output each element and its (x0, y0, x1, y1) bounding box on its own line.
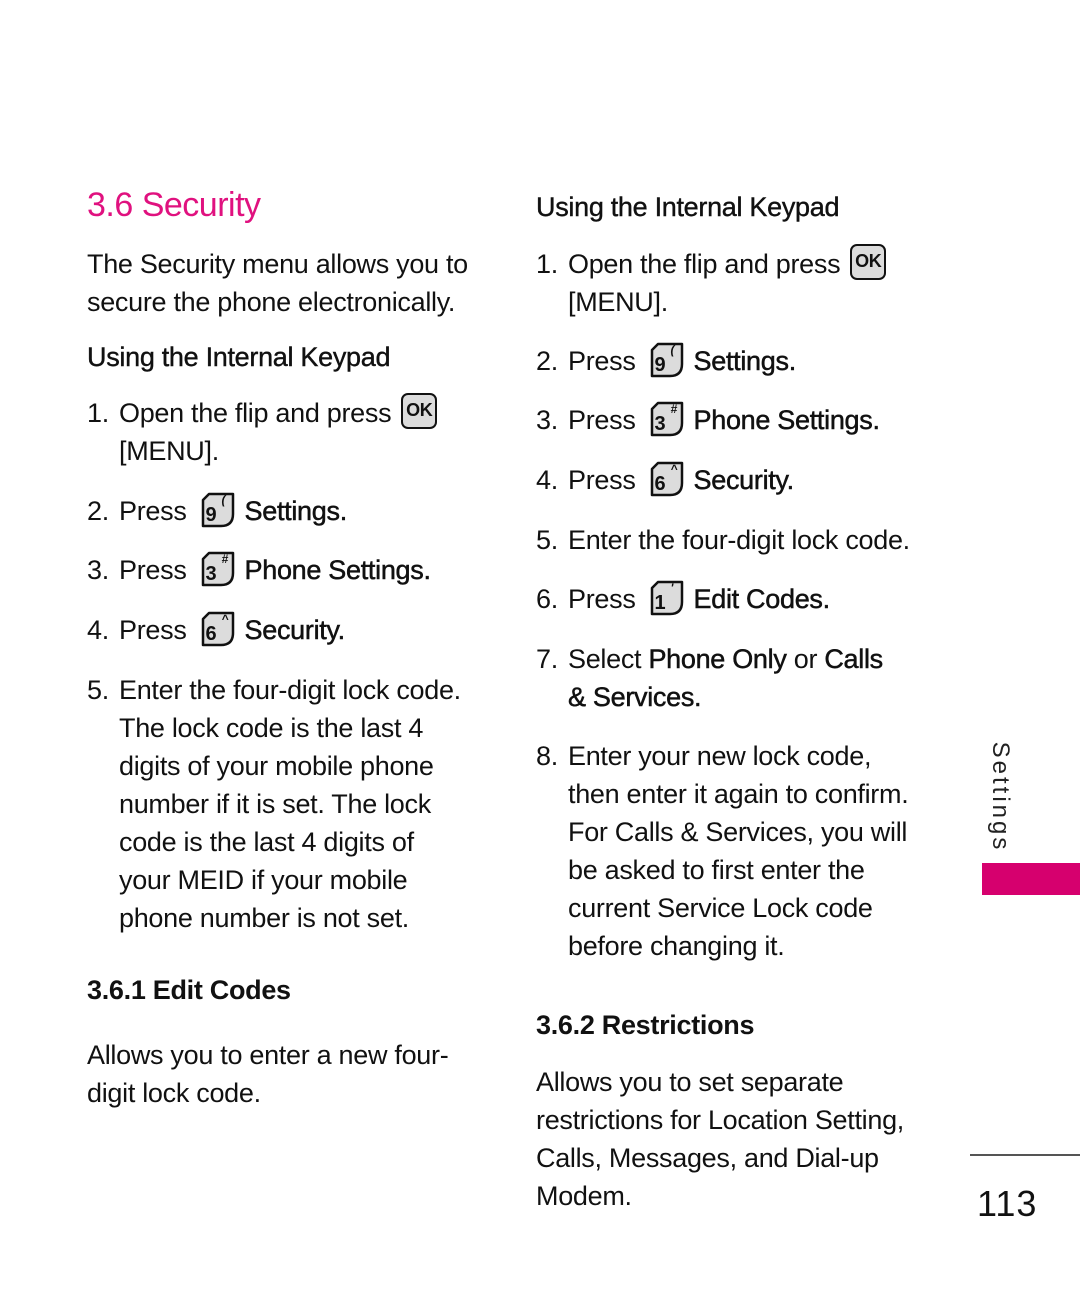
step-8-line: then enter it again to confirm. (568, 779, 909, 809)
step-8-line: before changing it. (568, 931, 785, 961)
step-5: 5. Enter the four-digit lock code. (87, 671, 461, 709)
step-1-continuation: [MENU]. (568, 287, 668, 317)
section-title: 3.6 Security (87, 186, 261, 224)
step-text: Press (568, 346, 636, 376)
step-text: Enter the four-digit lock code. (568, 525, 910, 555)
step-text: Press (119, 496, 187, 526)
step-number: 2. (87, 496, 109, 526)
step-5-line: your MEID if your mobile (119, 865, 408, 895)
menu-label-security: Security. (693, 465, 794, 496)
side-tab-settings: Settings (975, 741, 1025, 853)
step-5-line: digits of your mobile phone (119, 751, 434, 781)
intro-text-line: The Security menu allows you to (87, 249, 468, 279)
step-text: or (786, 644, 825, 674)
step-number: 4. (536, 465, 558, 495)
step-3: 3. Press 3 # Phone Settings. (87, 551, 431, 590)
step-2: 2. Press 9( Settings. (87, 492, 347, 531)
menu-label-security: Security. (244, 615, 345, 646)
step-number: 8. (536, 741, 558, 771)
step-text: Press (119, 555, 187, 585)
side-tab-label: Settings (987, 741, 1014, 853)
edit-codes-text-line: digit lock code. (87, 1078, 261, 1108)
page-number: 113 (977, 1183, 1038, 1224)
step-number: 2. (536, 346, 558, 376)
step-text: Press (119, 615, 187, 645)
restrictions-text-line: restrictions for Location Setting, (536, 1105, 904, 1135)
step-1: 1. Open the flip and press OK (536, 243, 887, 284)
step-6: 6. Press 1 ' Edit Codes. (536, 580, 830, 619)
key-9-icon: 9( (650, 342, 684, 378)
step-5-line: number if it is set. The lock (119, 789, 431, 819)
edit-codes-text-line: Allows you to enter a new four- (87, 1040, 449, 1070)
restrictions-text-line: Allows you to set separate (536, 1067, 844, 1097)
step-text: Open the flip and press (568, 249, 841, 279)
step-text: Press (568, 584, 636, 614)
chapter-marker-bar (982, 863, 1080, 895)
ok-key-icon: OK (401, 392, 438, 429)
step-text: Press (568, 465, 636, 495)
heading-edit-codes: 3.6.1 Edit Codes (87, 975, 291, 1005)
step-number: 4. (87, 615, 109, 645)
step-4: 4. Press 6 ^ Security. (536, 461, 794, 500)
step-8: 8. Enter your new lock code, (536, 737, 871, 775)
step-number: 3. (536, 405, 558, 435)
step-4: 4. Press 6 ^ Security. (87, 611, 345, 650)
step-2: 2. Press 9( Settings. (536, 342, 796, 381)
key-3-icon: 3 # (201, 551, 235, 587)
subheading-internal-keypad: Using the Internal Keypad (87, 342, 391, 372)
step-text: Press (568, 405, 636, 435)
step-7: 7. Select Phone Only or Calls (536, 640, 883, 678)
step-5-line: phone number is not set. (119, 903, 409, 933)
intro-text-line: secure the phone electronically. (87, 287, 456, 317)
step-5: 5. Enter the four-digit lock code. (536, 521, 910, 559)
step-number: 3. (87, 555, 109, 585)
menu-label-edit-codes: Edit Codes. (693, 584, 830, 615)
heading-restrictions: 3.6.2 Restrictions (536, 1010, 755, 1040)
menu-label-phone-settings: Phone Settings. (693, 405, 880, 436)
step-text: Enter your new lock code, (568, 741, 872, 771)
menu-label-settings: Settings. (693, 346, 796, 377)
menu-label-phone-settings: Phone Settings. (244, 555, 431, 586)
step-8-line: For Calls & Services, you will (568, 817, 908, 847)
step-number: 6. (536, 584, 558, 614)
key-6-icon: 6 ^ (201, 611, 235, 647)
step-1: 1. Open the flip and press OK (87, 392, 438, 433)
step-5-line: The lock code is the last 4 (119, 713, 424, 743)
step-1-continuation: [MENU]. (119, 436, 219, 466)
step-number: 7. (536, 644, 558, 674)
menu-label-settings: Settings. (244, 496, 347, 527)
step-8-line: current Service Lock code (568, 893, 873, 923)
subheading-internal-keypad: Using the Internal Keypad (536, 192, 840, 222)
step-5-line: code is the last 4 digits of (119, 827, 414, 857)
key-6-icon: 6 ^ (650, 461, 684, 497)
step-3: 3. Press 3 # Phone Settings. (536, 401, 880, 440)
key-9-icon: 9( (201, 492, 235, 528)
restrictions-text-line: Modem. (536, 1181, 632, 1211)
step-number: 1. (87, 398, 109, 428)
ok-key-icon: OK (850, 243, 887, 280)
step-number: 5. (536, 525, 558, 555)
restrictions-text-line: Calls, Messages, and Dial-up (536, 1143, 879, 1173)
step-8-line: be asked to first enter the (568, 855, 865, 885)
option-calls-services: Calls (824, 644, 883, 675)
step-text: Enter the four-digit lock code. (119, 675, 461, 705)
key-1-icon: 1 ' (650, 580, 684, 616)
step-7-continuation: & Services. (568, 682, 702, 713)
step-text: Select (568, 644, 649, 674)
key-3-icon: 3 # (650, 401, 684, 437)
step-number: 1. (536, 249, 558, 279)
page-number-rule (970, 1154, 1080, 1156)
option-phone-only: Phone Only (648, 644, 787, 675)
step-number: 5. (87, 675, 109, 705)
step-text: Open the flip and press (119, 398, 392, 428)
